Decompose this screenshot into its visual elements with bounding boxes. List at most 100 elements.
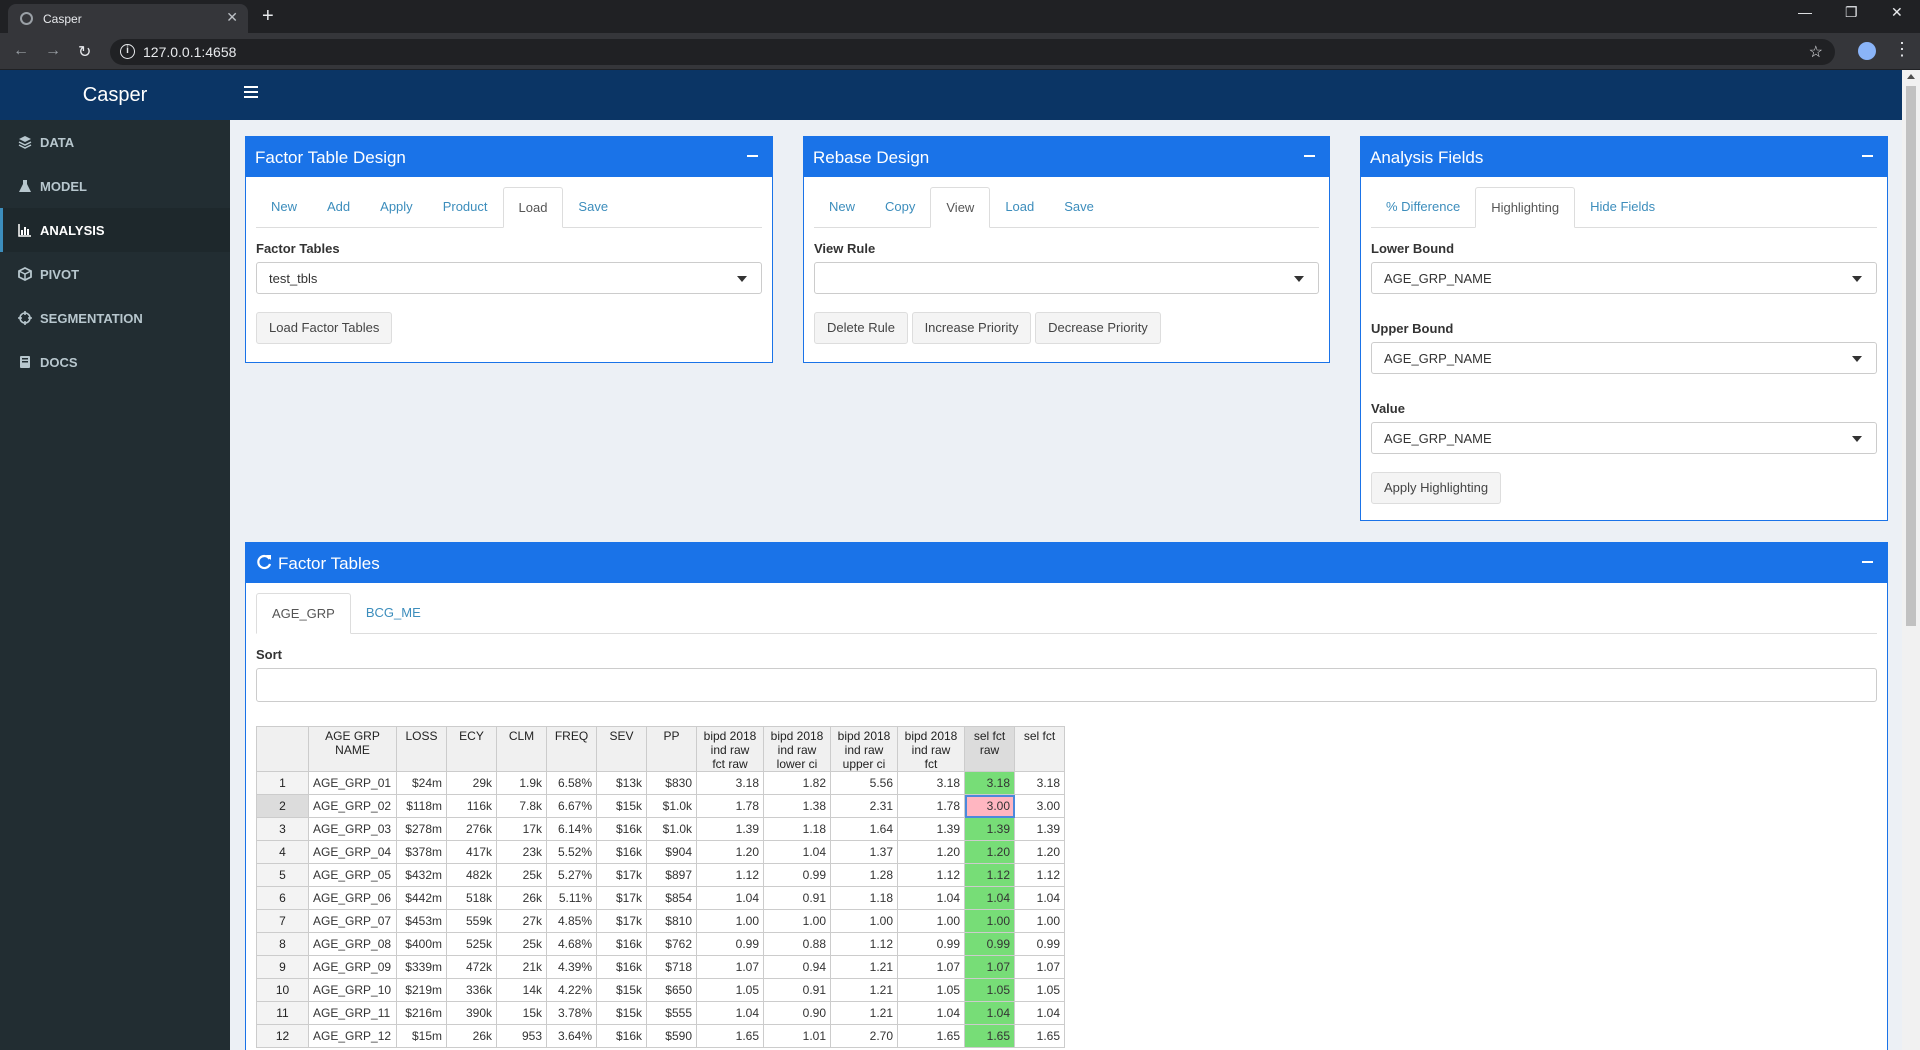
table-cell[interactable]: 27k [496,909,547,933]
table-cell[interactable]: $15k [596,1001,647,1025]
sidebar-item-data[interactable]: DATA [0,120,230,164]
column-header[interactable]: sel fct raw [964,726,1015,772]
table-cell[interactable]: 1.12 [897,863,965,887]
sel-fct-raw-cell[interactable]: 1.04 [964,1001,1015,1025]
sel-fct-raw-cell[interactable]: 1.12 [964,863,1015,887]
table-cell[interactable]: 1.00 [763,909,831,933]
sel-fct-raw-cell[interactable]: 1.65 [964,1024,1015,1048]
table-cell[interactable]: $17k [596,909,647,933]
table-cell[interactable]: 1.21 [830,978,898,1002]
table-cell[interactable]: 0.99 [897,932,965,956]
table-row[interactable]: 2 AGE_GRP_02 $118m 116k 7.8k 6.67% $15k $1.0k 1.… [256,794,1065,818]
table-cell[interactable]: 417k [446,840,497,864]
browser-tab[interactable]: Casper ✕ [8,4,248,33]
table-cell[interactable]: AGE_GRP_01 [308,771,397,795]
table-cell[interactable]: 5.52% [546,840,597,864]
table-cell[interactable]: $432m [396,863,447,887]
table-cell[interactable]: 116k [446,794,497,818]
table-row[interactable]: 12 AGE_GRP_12 $15m 26k 953 3.64% $16k $590 1.65 1… [256,1024,1065,1048]
table-cell[interactable]: $16k [596,932,647,956]
sidebar-item-pivot[interactable]: PIVOT [0,252,230,296]
table-cell[interactable]: $897 [646,863,697,887]
tab-bcg-me[interactable]: BCG_ME [351,593,436,634]
table-cell[interactable]: 1.12 [696,863,764,887]
table-cell[interactable]: 1.04 [763,840,831,864]
url-field[interactable]: i 127.0.0.1:4658 ☆ [110,39,1835,65]
table-cell[interactable]: 1.05 [1014,978,1065,1002]
table-cell[interactable]: AGE_GRP_07 [308,909,397,933]
table-cell[interactable]: 1.12 [830,932,898,956]
sort-input[interactable] [256,668,1877,702]
table-cell[interactable]: 6.67% [546,794,597,818]
column-header[interactable]: CLM [496,726,547,772]
tab-percent-difference[interactable]: % Difference [1371,187,1475,228]
column-header[interactable]: PP [646,726,697,772]
decrease-priority-button[interactable]: Decrease Priority [1035,312,1161,344]
table-cell[interactable]: AGE_GRP_08 [308,932,397,956]
table-cell[interactable]: $339m [396,955,447,979]
collapse-icon[interactable] [1862,155,1873,157]
upper-bound-select[interactable]: AGE_GRP_NAME [1371,342,1877,374]
table-row[interactable]: 3 AGE_GRP_03 $278m 276k 17k 6.14% $16k $1.0k 1.3… [256,817,1065,841]
table-cell[interactable]: 3.00 [1014,794,1065,818]
minimize-icon[interactable]: — [1798,4,1812,20]
tab-product[interactable]: Product [428,187,503,228]
table-cell[interactable]: 0.91 [763,978,831,1002]
browser-menu-icon[interactable]: ⋮ [1893,39,1911,60]
table-cell[interactable]: 1.20 [696,840,764,864]
sel-fct-raw-cell[interactable]: 0.99 [964,932,1015,956]
column-header[interactable]: FREQ [546,726,597,772]
table-cell[interactable]: $13k [596,771,647,795]
table-cell[interactable]: 5.11% [546,886,597,910]
table-cell[interactable]: 0.99 [1014,932,1065,956]
factor-tables-select[interactable]: test_tbls [256,262,762,294]
close-tab-icon[interactable]: ✕ [226,9,238,26]
table-cell[interactable]: $16k [596,817,647,841]
tab-save[interactable]: Save [563,187,623,228]
table-row[interactable]: 11 AGE_GRP_11 $216m 390k 15k 3.78% $15k $555 1.0… [256,1001,1065,1025]
table-cell[interactable]: $16k [596,955,647,979]
table-cell[interactable]: $650 [646,978,697,1002]
restore-icon[interactable]: ❐ [1845,4,1858,21]
table-cell[interactable]: $718 [646,955,697,979]
table-cell[interactable]: $555 [646,1001,697,1025]
table-cell[interactable]: 559k [446,909,497,933]
table-cell[interactable]: $278m [396,817,447,841]
sidebar-item-analysis[interactable]: ANALYSIS [0,208,230,252]
close-window-icon[interactable]: ✕ [1891,4,1903,21]
table-cell[interactable]: AGE_GRP_09 [308,955,397,979]
delete-rule-button[interactable]: Delete Rule [814,312,908,344]
table-cell[interactable]: 0.94 [763,955,831,979]
table-cell[interactable]: 390k [446,1001,497,1025]
table-cell[interactable]: 4.39% [546,955,597,979]
bookmark-star-icon[interactable]: ☆ [1809,42,1823,62]
table-cell[interactable]: 1.65 [897,1024,965,1048]
sel-fct-raw-cell[interactable]: 1.04 [964,886,1015,910]
table-cell[interactable]: 1.18 [830,886,898,910]
table-cell[interactable]: $17k [596,886,647,910]
table-cell[interactable]: 1.82 [763,771,831,795]
table-cell[interactable]: 0.90 [763,1001,831,1025]
table-cell[interactable]: 2.70 [830,1024,898,1048]
table-cell[interactable]: 1.64 [830,817,898,841]
table-cell[interactable]: 1.65 [1014,1024,1065,1048]
table-cell[interactable]: 1.78 [696,794,764,818]
table-cell[interactable]: 953 [496,1024,547,1048]
hamburger-menu-icon[interactable] [244,86,258,100]
table-cell[interactable]: 1.04 [897,886,965,910]
table-cell[interactable]: $378m [396,840,447,864]
table-cell[interactable]: 3.64% [546,1024,597,1048]
table-cell[interactable]: 1.38 [763,794,831,818]
column-header[interactable]: bipd 2018 ind raw fct [897,726,965,772]
table-cell[interactable]: 23k [496,840,547,864]
view-rule-select[interactable] [814,262,1319,294]
table-cell[interactable]: 336k [446,978,497,1002]
tab-age-grp[interactable]: AGE_GRP [256,593,351,634]
table-cell[interactable]: $17k [596,863,647,887]
table-cell[interactable]: 5.56 [830,771,898,795]
tab-copy[interactable]: Copy [870,187,930,228]
table-cell[interactable]: 1.18 [763,817,831,841]
table-cell[interactable]: AGE_GRP_05 [308,863,397,887]
column-header[interactable]: ECY [446,726,497,772]
table-cell[interactable]: $16k [596,840,647,864]
